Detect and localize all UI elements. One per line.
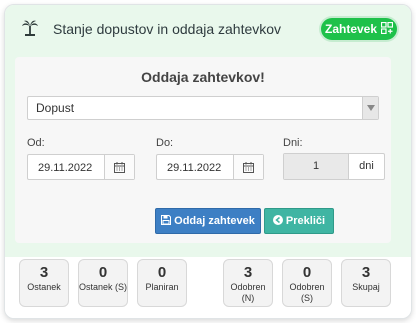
stat-approved-n: 3 Odobren (N) [223, 259, 273, 307]
stat-value: 3 [243, 264, 253, 281]
vacation-card: Stanje dopustov in oddaja zahtevkov Zaht… [4, 4, 412, 319]
stat-label: Odobren (S) [289, 282, 325, 303]
grid-plus-icon [380, 21, 394, 37]
palm-tree-icon [21, 19, 39, 37]
arrow-left-circle-icon [272, 214, 283, 228]
stat-approved-s: 0 Odobren (S) [282, 259, 332, 307]
days-value: 1 [284, 154, 348, 179]
cancel-label: Prekliči [285, 215, 326, 227]
stat-value: 0 [157, 264, 167, 281]
form-title: Oddaja zahtevkov! [141, 69, 265, 85]
page-title: Stanje dopustov in oddaja zahtevkov [53, 21, 282, 37]
new-request-button[interactable]: Zahtevek [321, 18, 397, 40]
request-form: Oddaja zahtevkov! Dopust Od: 29.11.2022 [15, 57, 391, 243]
leave-type-select[interactable]: Dopust [27, 96, 379, 120]
submit-request-label: Oddaj zahtevek [174, 215, 255, 227]
calendar-icon[interactable] [104, 155, 134, 179]
stat-label: Odobren (N) [230, 282, 266, 303]
chevron-down-icon[interactable] [362, 97, 378, 119]
stat-planned: 0 Planiran [137, 259, 187, 307]
stat-value: 0 [98, 264, 108, 281]
stat-label: Planiran [145, 282, 179, 292]
to-date-value: 29.11.2022 [167, 162, 222, 174]
stat-label: Skupaj [352, 282, 380, 292]
cancel-button[interactable]: Prekliči [264, 208, 334, 234]
to-date-label: Do: [156, 137, 174, 149]
days-unit: dni [348, 154, 384, 179]
leave-type-value: Dopust [36, 101, 75, 115]
stat-total: 3 Skupaj [341, 259, 391, 307]
new-request-label: Zahtevek [324, 22, 378, 36]
save-icon [161, 214, 172, 228]
stats-row: 3 Ostanek 0 Ostanek (S) 0 Planiran 3 Odo… [5, 257, 411, 318]
stat-remaining: 3 Ostanek [19, 259, 69, 307]
from-date-label: Od: [27, 137, 45, 149]
submit-request-button[interactable]: Oddaj zahtevek [155, 208, 261, 234]
stat-value: 3 [361, 264, 371, 281]
stat-value: 3 [39, 264, 49, 281]
from-date-value: 29.11.2022 [38, 162, 93, 174]
days-label: Dni: [283, 137, 303, 149]
days-field: 1 dni [283, 153, 385, 180]
to-date-field[interactable]: 29.11.2022 [156, 154, 264, 180]
stat-value: 0 [302, 264, 312, 281]
stat-label: Ostanek [27, 282, 61, 292]
card-top-section: Stanje dopustov in oddaja zahtevkov Zaht… [5, 5, 411, 257]
calendar-icon[interactable] [233, 155, 263, 179]
stat-label: Ostanek (S) [79, 282, 128, 292]
card-header: Stanje dopustov in oddaja zahtevkov Zaht… [5, 5, 411, 53]
stat-remaining-s: 0 Ostanek (S) [78, 259, 128, 307]
from-date-field[interactable]: 29.11.2022 [27, 154, 135, 180]
